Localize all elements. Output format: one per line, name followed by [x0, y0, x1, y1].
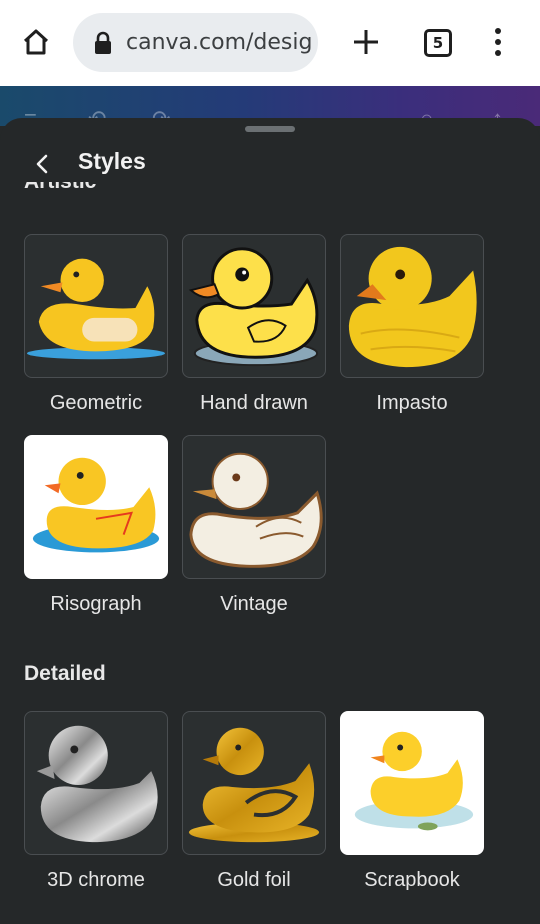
risograph-duck-image [32, 457, 160, 553]
home-button[interactable] [18, 24, 54, 60]
style-card-gold-foil[interactable] [182, 711, 326, 855]
style-card-geometric[interactable] [24, 234, 168, 378]
style-label: Geometric [49, 392, 143, 414]
geometric-duck-image [26, 258, 166, 360]
browser-toolbar: canva.com/desig 5 [0, 0, 540, 86]
hand-drawn-duck-image [188, 247, 319, 367]
tab-count: 5 [432, 34, 444, 52]
lock-icon [95, 31, 111, 54]
scrapbook-duck-image [354, 731, 474, 831]
tabs-button[interactable]: 5 [424, 29, 452, 57]
style-card-impasto[interactable] [340, 234, 484, 378]
section-title-detailed: Detailed [24, 662, 106, 685]
style-label: 3D chrome [47, 869, 145, 891]
impasto-duck-image [348, 246, 477, 368]
more-vert-icon[interactable] [488, 26, 508, 58]
home-icon [23, 29, 49, 55]
styles-sheet: Styles Artistic Geometric Hand drawn [0, 118, 540, 924]
style-card-3d-chrome[interactable] [24, 711, 168, 855]
style-label: Scrapbook [364, 869, 460, 891]
vintage-duck-image [189, 452, 323, 568]
address-bar[interactable]: canva.com/desig [73, 13, 318, 72]
style-label: Gold foil [217, 869, 291, 891]
style-label: Hand drawn [200, 392, 308, 414]
new-tab-button[interactable] [350, 26, 382, 58]
section-title-artistic: Artistic [24, 182, 96, 206]
style-card-hand-drawn[interactable] [182, 234, 326, 378]
drag-handle[interactable] [245, 126, 295, 132]
style-label: Impasto [376, 392, 448, 414]
gold-foil-duck-image [188, 727, 320, 843]
chrome-duck-image [36, 725, 158, 843]
style-card-scrapbook[interactable] [340, 711, 484, 855]
style-label: Vintage [220, 593, 288, 615]
style-label: Risograph [50, 593, 142, 615]
chevron-left-icon[interactable] [28, 150, 56, 178]
sheet-header: Styles [0, 138, 540, 188]
style-card-risograph[interactable] [24, 435, 168, 579]
url-text: canva.com/desig [126, 30, 313, 55]
page-title: Styles [78, 148, 146, 174]
style-card-vintage[interactable] [182, 435, 326, 579]
